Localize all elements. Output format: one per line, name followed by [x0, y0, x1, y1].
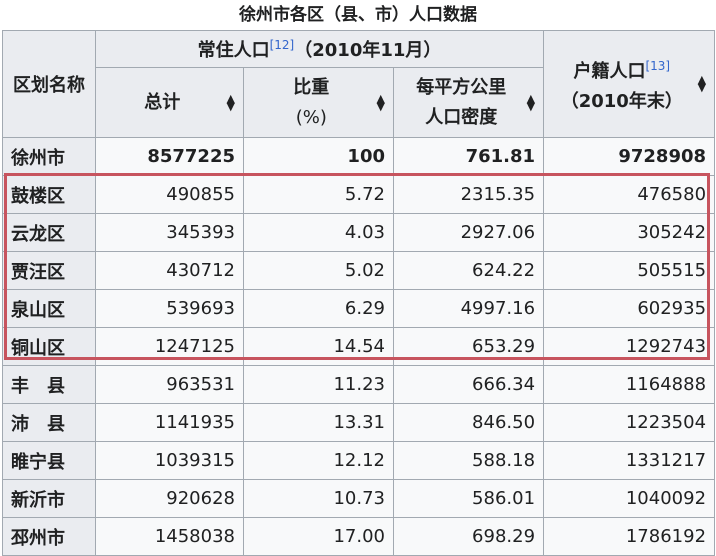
table-row: 邳州市 1458038 17.00 698.29 1786192: [2, 517, 716, 556]
row-name: 睢宁县: [2, 441, 96, 480]
table-row: 贾汪区 430712 5.02 624.22 505515: [2, 251, 716, 290]
sort-arrows-icon[interactable]: ▲ ▼: [698, 74, 706, 93]
row-name: 云龙区: [2, 213, 96, 252]
row-density: 761.81: [392, 137, 545, 176]
row-share: 5.72: [243, 175, 394, 214]
row-name: 邳州市: [2, 517, 96, 556]
row-share: 10.73: [243, 479, 394, 518]
row-total: 1458038: [95, 517, 244, 556]
row-density: 2927.06: [392, 213, 545, 252]
row-share: 13.31: [243, 403, 394, 442]
row-total: 1039315: [95, 441, 244, 480]
table-row: 睢宁县 1039315 12.12 588.18 1331217: [2, 441, 716, 480]
row-registered: 476580: [543, 175, 716, 214]
row-share: 12.12: [243, 441, 394, 480]
registered-population-header[interactable]: 户籍人口[13] （2010年末） ▲ ▼: [543, 30, 716, 138]
registered-header-date: （2010年末）: [560, 91, 683, 112]
row-registered: 1331217: [543, 441, 716, 480]
density-column-header[interactable]: 每平方公里 人口密度 ▲ ▼: [392, 67, 545, 138]
row-registered: 1223504: [543, 403, 716, 442]
share-header-unit: (%): [295, 106, 327, 128]
row-share: 17.00: [243, 517, 394, 556]
row-total: 1141935: [95, 403, 244, 442]
row-density: 4997.16: [392, 289, 545, 328]
registered-ref-link[interactable]: [13]: [645, 59, 670, 73]
row-registered: 1292743: [543, 327, 716, 366]
row-name: 泉山区: [2, 289, 96, 328]
row-name: 贾汪区: [2, 251, 96, 290]
row-total: 963531: [95, 365, 244, 404]
table-row: 徐州市 8577225 100 761.81 9728908: [2, 137, 716, 176]
row-name: 鼓楼区: [2, 175, 96, 214]
row-registered: 1786192: [543, 517, 716, 556]
row-density: 586.01: [392, 479, 545, 518]
table-caption: 徐州市各区（县、市）人口数据: [0, 0, 716, 30]
row-registered: 602935: [543, 289, 716, 328]
row-name: 徐州市: [2, 137, 96, 176]
table-row: 鼓楼区 490855 5.72 2315.35 476580: [2, 175, 716, 214]
row-total: 8577225: [95, 137, 244, 176]
registered-header-label: 户籍人口: [573, 61, 646, 82]
row-density: 624.22: [392, 251, 545, 290]
table-row: 铜山区 1247125 14.54 653.29 1292743: [2, 327, 716, 366]
sort-arrows-icon[interactable]: ▲ ▼: [227, 93, 235, 112]
population-table: 区划名称 常住人口[12]（2010年11月） 户籍人口[13] （2010年末…: [2, 30, 716, 556]
row-density: 653.29: [392, 327, 545, 366]
row-density: 698.29: [392, 517, 545, 556]
table-row: 云龙区 345393 4.03 2927.06 305242: [2, 213, 716, 252]
table-row: 丰 县 963531 11.23 666.34 1164888: [2, 365, 716, 404]
share-header-label: 比重: [293, 76, 330, 98]
row-total: 920628: [95, 479, 244, 518]
row-name: 沛 县: [2, 403, 96, 442]
row-name: 铜山区: [2, 327, 96, 366]
density-header-line2: 人口密度: [425, 106, 498, 128]
row-total: 345393: [95, 213, 244, 252]
table-row: 泉山区 539693 6.29 4997.16 602935: [2, 289, 716, 328]
row-registered: 305242: [543, 213, 716, 252]
row-registered: 505515: [543, 251, 716, 290]
density-header-line1: 每平方公里: [416, 76, 507, 98]
district-header-label: 区划名称: [13, 75, 85, 96]
sort-arrows-icon[interactable]: ▲ ▼: [527, 93, 535, 112]
row-name: 丰 县: [2, 365, 96, 404]
total-column-header[interactable]: 总计 ▲ ▼: [95, 67, 244, 138]
row-share: 100: [243, 137, 394, 176]
row-registered: 1164888: [543, 365, 716, 404]
resident-population-header: 常住人口[12]（2010年11月）: [94, 30, 545, 68]
row-share: 14.54: [243, 327, 394, 366]
row-share: 6.29: [243, 289, 394, 328]
table-row: 沛 县 1141935 13.31 846.50 1223504: [2, 403, 716, 442]
resident-ref-link[interactable]: [12]: [270, 38, 295, 52]
row-share: 11.23: [243, 365, 394, 404]
resident-header-date: （2010年11月）: [294, 40, 442, 61]
row-density: 2315.35: [392, 175, 545, 214]
row-registered: 1040092: [543, 479, 716, 518]
district-header: 区划名称: [2, 30, 96, 138]
total-header-label: 总计: [144, 91, 181, 113]
row-name: 新沂市: [2, 479, 96, 518]
row-total: 1247125: [95, 327, 244, 366]
sort-arrows-icon[interactable]: ▲ ▼: [377, 93, 385, 112]
row-share: 5.02: [243, 251, 394, 290]
row-total: 430712: [95, 251, 244, 290]
resident-header-label: 常住人口: [197, 40, 270, 61]
share-column-header[interactable]: 比重 (%) ▲ ▼: [243, 67, 394, 138]
row-density: 588.18: [392, 441, 545, 480]
row-share: 4.03: [243, 213, 394, 252]
row-density: 846.50: [392, 403, 545, 442]
row-registered: 9728908: [543, 137, 716, 176]
row-total: 490855: [95, 175, 244, 214]
row-total: 539693: [95, 289, 244, 328]
table-row: 新沂市 920628 10.73 586.01 1040092: [2, 479, 716, 518]
row-density: 666.34: [392, 365, 545, 404]
